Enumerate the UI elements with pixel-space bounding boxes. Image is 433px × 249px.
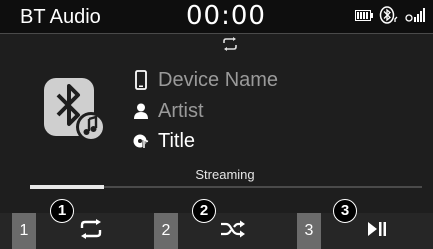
repeat-icon (78, 218, 104, 244)
artist-row: Artist (132, 99, 204, 123)
play-pause-icon (367, 221, 387, 241)
streaming-label: Streaming (195, 167, 255, 182)
song-title-icon (132, 131, 150, 151)
signal-icon (405, 7, 425, 28)
device-name: Device Name (158, 69, 279, 91)
artist-name: Artist (158, 100, 204, 122)
status-icons (355, 5, 425, 29)
callout-1: 1 (50, 199, 74, 223)
battery-icon (355, 8, 373, 26)
title-row: Title (132, 129, 195, 153)
person-icon (132, 101, 150, 121)
app-title: BT Audio (20, 6, 101, 28)
clock: 00:00 (186, 1, 266, 31)
control-number-1: 1 (12, 213, 36, 249)
bt-audio-screen: BT Audio 00:00 Device Name Artist Title … (0, 0, 433, 249)
shuffle-icon (220, 220, 246, 243)
album-art (44, 78, 106, 142)
progress-fill (30, 185, 105, 189)
phone-icon (132, 70, 150, 90)
repeat-icon (221, 37, 239, 51)
callout-2: 2 (192, 199, 216, 223)
control-number-3: 3 (297, 213, 321, 249)
callout-3: 3 (333, 199, 357, 223)
progress-bar[interactable] (30, 185, 422, 189)
control-number-2: 2 (154, 213, 178, 249)
status-bar: BT Audio 00:00 (0, 0, 433, 34)
song-title: Title (158, 130, 196, 152)
device-name-row: Device Name (132, 68, 278, 92)
bluetooth-connection-icon (379, 5, 399, 29)
